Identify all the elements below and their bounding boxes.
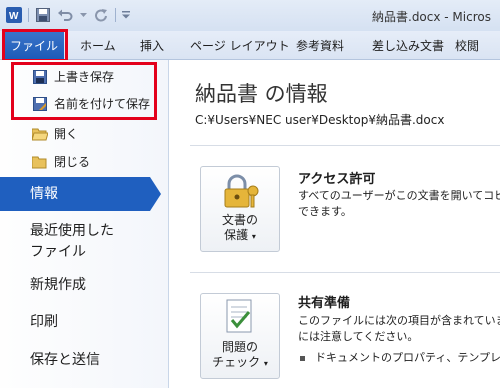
svg-text:W: W xyxy=(9,11,19,22)
prepare-sharing-bullet: ドキュメントのプロパティ、テンプレー xyxy=(300,349,500,365)
check-label-line1: 問題の xyxy=(221,340,258,354)
open-label: 開く xyxy=(54,127,79,141)
title-bar: W 納品書.docx - Micros xyxy=(0,0,500,32)
undo-dropdown-icon[interactable] xyxy=(79,7,87,23)
check-issues-button[interactable]: 問題の チェック ▾ xyxy=(200,293,280,379)
document-check-icon xyxy=(223,298,259,341)
prepare-sharing-text-line1: このファイルには次の項目が含まれていま xyxy=(298,314,500,327)
divider xyxy=(190,145,500,146)
qat-separator xyxy=(115,8,116,22)
info-item-arrow xyxy=(150,177,161,211)
save-commands-highlight xyxy=(11,62,157,120)
file-path: C:¥Users¥NEC user¥Desktop¥納品書.docx xyxy=(195,113,445,127)
bullet-icon xyxy=(300,355,305,361)
redo-icon[interactable] xyxy=(93,7,109,23)
recent-label-line2: ファイル xyxy=(30,244,86,260)
prepare-sharing-text-line2: には注意してください。 xyxy=(298,330,419,343)
prepare-sharing-heading: 共有準備 xyxy=(298,296,351,311)
bullet-text: ドキュメントのプロパティ、テンプレー xyxy=(315,351,500,364)
nav-item-print[interactable]: 印刷 xyxy=(30,312,58,333)
permissions-text-line1: すべてのユーザーがこの文書を開いてコピ xyxy=(298,189,500,202)
dropdown-arrow-icon: ▾ xyxy=(251,232,256,241)
close-folder-icon xyxy=(32,154,48,170)
tab-page-layout[interactable]: ページ レイアウト xyxy=(190,37,290,54)
page-title: 納品書 の情報 xyxy=(195,82,328,106)
tab-insert[interactable]: 挿入 xyxy=(140,37,164,54)
recent-label-line1: 最近使用した xyxy=(30,223,114,239)
nav-item-recent[interactable]: 最近使用した ファイル xyxy=(30,221,114,263)
tab-review[interactable]: 校閲 xyxy=(455,37,479,54)
open-command[interactable]: 開く xyxy=(32,125,78,142)
permissions-heading: アクセス許可 xyxy=(298,172,376,187)
word-icon[interactable]: W xyxy=(6,7,22,23)
close-label: 閉じる xyxy=(54,155,91,169)
nav-item-save-send[interactable]: 保存と送信 xyxy=(30,350,100,371)
nav-item-new[interactable]: 新規作成 xyxy=(30,275,86,296)
tab-mailings[interactable]: 差し込み文書 xyxy=(372,37,444,54)
undo-icon[interactable] xyxy=(57,7,73,23)
open-folder-icon xyxy=(32,126,48,142)
customize-qat-icon[interactable] xyxy=(122,7,130,23)
permissions-text-line2: できます。 xyxy=(298,205,352,218)
quick-access-toolbar: W xyxy=(6,7,130,23)
qat-separator xyxy=(28,8,29,22)
check-label-line2: チェック xyxy=(212,355,261,369)
save-icon[interactable] xyxy=(35,7,51,23)
document-title: 納品書.docx - Micros xyxy=(372,10,491,24)
close-command[interactable]: 閉じる xyxy=(32,153,90,170)
ribbon-tabs: ファイル ホーム 挿入 ページ レイアウト 参考資料 差し込み文書 校閲 xyxy=(0,31,500,60)
divider xyxy=(190,272,500,273)
lock-key-icon xyxy=(221,173,261,214)
file-tab-highlight xyxy=(2,29,68,62)
tab-home[interactable]: ホーム xyxy=(80,37,116,54)
nav-item-info[interactable]: 情報 xyxy=(30,184,58,205)
protect-document-button[interactable]: 文書の 保護 ▾ xyxy=(200,166,280,252)
dropdown-arrow-icon: ▾ xyxy=(263,359,268,368)
protect-button-label: 文書の 保護 ▾ xyxy=(201,213,279,244)
info-item-highlight xyxy=(0,177,150,211)
check-button-label: 問題の チェック ▾ xyxy=(201,340,279,371)
protect-label-line2: 保護 xyxy=(224,228,249,242)
tab-references[interactable]: 参考資料 xyxy=(296,37,344,54)
protect-label-line1: 文書の xyxy=(221,213,258,227)
